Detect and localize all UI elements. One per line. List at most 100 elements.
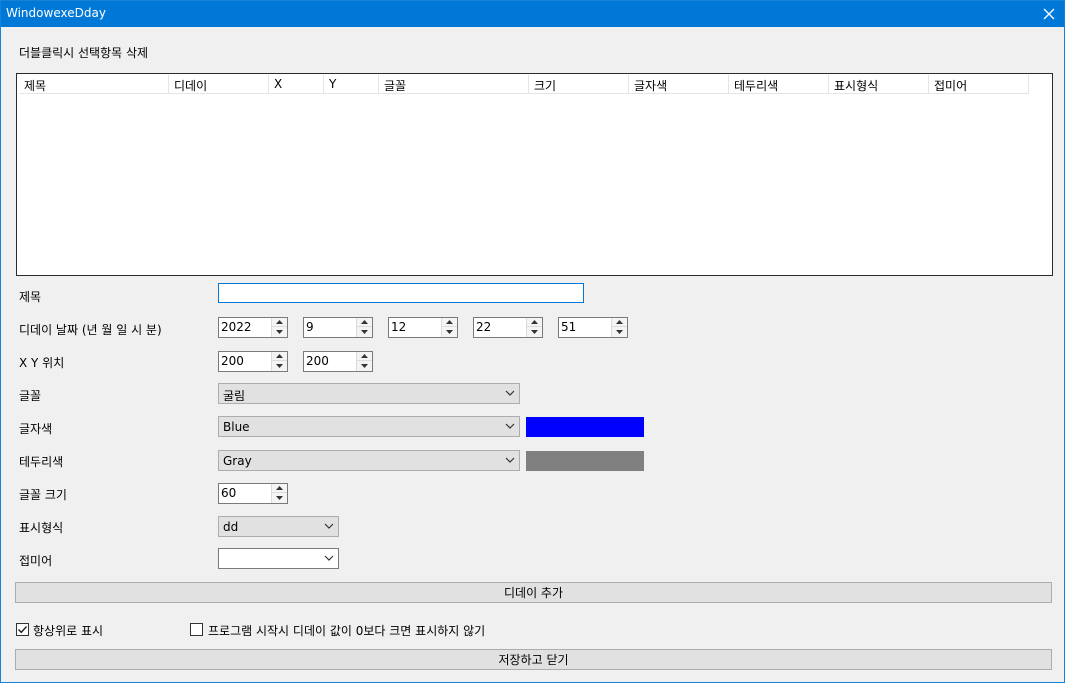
arrow-up-icon: [276, 486, 283, 490]
year-spin: [271, 318, 287, 337]
minute-spin: [611, 318, 627, 337]
position-label: X Y 위치: [19, 356, 65, 370]
delete-hint-label: 더블클릭시 선택항목 삭제: [19, 46, 149, 60]
month-spin: [356, 318, 372, 337]
date-label: 디데이 날짜 (년 월 일 시 분): [19, 323, 162, 337]
font-select[interactable]: 굴림: [218, 383, 520, 404]
title-input[interactable]: [218, 283, 584, 303]
day-value: 12: [391, 320, 407, 334]
month-up-button[interactable]: [357, 318, 372, 327]
format-select[interactable]: dd: [218, 516, 339, 537]
hide-on-start-label[interactable]: 프로그램 시작시 디데이 값이 0보다 크면 표시하지 않기: [208, 622, 485, 639]
chevron-down-icon: [324, 554, 334, 562]
x-down-button[interactable]: [272, 361, 287, 371]
x-value: 200: [221, 354, 244, 368]
column-header-font[interactable]: 글꼴: [379, 75, 529, 94]
column-header-dday[interactable]: 디데이: [169, 75, 269, 94]
minute-stepper[interactable]: 51: [558, 317, 628, 338]
arrow-down-icon: [446, 330, 453, 334]
day-spin: [441, 318, 457, 337]
minute-down-button[interactable]: [612, 327, 627, 337]
fgcolor-swatch: [526, 417, 644, 437]
save-close-button-label: 저장하고 닫기: [498, 653, 569, 667]
close-icon: [1043, 8, 1055, 20]
format-label: 표시형식: [19, 521, 64, 535]
fgcolor-select-value: Blue: [223, 420, 250, 434]
window-title: WindowexeDday: [6, 6, 106, 20]
month-value: 9: [306, 320, 314, 334]
suffix-label: 접미어: [19, 554, 53, 568]
topmost-checkbox[interactable]: [16, 623, 29, 636]
bordercolor-select-value: Gray: [223, 454, 252, 468]
suffix-select[interactable]: [218, 548, 339, 569]
month-down-button[interactable]: [357, 327, 372, 337]
close-button[interactable]: [1034, 1, 1064, 27]
title-bar[interactable]: WindowexeDday: [1, 1, 1064, 27]
chevron-down-icon: [505, 456, 515, 464]
font-select-value: 굴림: [223, 389, 246, 403]
y-spin: [356, 352, 372, 371]
arrow-up-icon: [276, 354, 283, 358]
month-stepper[interactable]: 9: [303, 317, 373, 338]
main-window: WindowexeDday 더블클릭시 선택항목 삭제 제목 디데이 X Y 글…: [0, 0, 1065, 683]
arrow-down-icon: [616, 330, 623, 334]
hour-up-button[interactable]: [527, 318, 542, 327]
hide-on-start-checkbox[interactable]: [190, 623, 203, 636]
dday-list[interactable]: 제목 디데이 X Y 글꼴 크기 글자색 테두리색 표시형식 접미어: [16, 73, 1053, 276]
hour-value: 22: [476, 320, 492, 334]
format-select-value: dd: [223, 520, 239, 534]
arrow-up-icon: [446, 320, 453, 324]
y-up-button[interactable]: [357, 352, 372, 361]
y-value: 200: [306, 354, 329, 368]
title-label: 제목: [19, 290, 42, 304]
topmost-label[interactable]: 항상위로 표시: [33, 622, 103, 639]
x-up-button[interactable]: [272, 352, 287, 361]
arrow-up-icon: [531, 320, 538, 324]
column-header-bordercolor[interactable]: 테두리색: [729, 75, 829, 94]
column-header-suffix[interactable]: 접미어: [929, 75, 1029, 94]
column-header-fgcolor[interactable]: 글자색: [629, 75, 729, 94]
y-stepper[interactable]: 200: [303, 351, 373, 372]
add-dday-button[interactable]: 디데이 추가: [15, 582, 1052, 603]
list-header: 제목 디데이 X Y 글꼴 크기 글자색 테두리색 표시형식 접미어: [19, 75, 1029, 94]
minute-up-button[interactable]: [612, 318, 627, 327]
chevron-down-icon: [324, 522, 334, 530]
y-down-button[interactable]: [357, 361, 372, 371]
fontsize-down-button[interactable]: [272, 493, 287, 503]
arrow-down-icon: [361, 330, 368, 334]
bordercolor-select[interactable]: Gray: [218, 450, 520, 471]
year-stepper[interactable]: 2022: [218, 317, 288, 338]
fontsize-spin: [271, 484, 287, 503]
arrow-down-icon: [276, 364, 283, 368]
year-value: 2022: [221, 320, 252, 334]
chevron-down-icon: [505, 389, 515, 397]
column-header-x[interactable]: X: [269, 75, 324, 94]
day-up-button[interactable]: [442, 318, 457, 327]
hour-spin: [526, 318, 542, 337]
fontsize-value: 60: [221, 486, 237, 500]
arrow-down-icon: [276, 330, 283, 334]
hour-down-button[interactable]: [527, 327, 542, 337]
column-header-format[interactable]: 표시형식: [829, 75, 929, 94]
save-close-button[interactable]: 저장하고 닫기: [15, 649, 1052, 670]
year-down-button[interactable]: [272, 327, 287, 337]
fontsize-up-button[interactable]: [272, 484, 287, 493]
column-header-y[interactable]: Y: [324, 75, 379, 94]
day-down-button[interactable]: [442, 327, 457, 337]
font-label: 글꼴: [19, 389, 42, 403]
day-stepper[interactable]: 12: [388, 317, 458, 338]
arrow-down-icon: [276, 496, 283, 500]
check-icon: [18, 626, 28, 634]
chevron-down-icon: [505, 422, 515, 430]
hour-stepper[interactable]: 22: [473, 317, 543, 338]
minute-value: 51: [561, 320, 577, 334]
arrow-up-icon: [361, 320, 368, 324]
x-stepper[interactable]: 200: [218, 351, 288, 372]
fontsize-stepper[interactable]: 60: [218, 483, 288, 504]
column-header-size[interactable]: 크기: [529, 75, 629, 94]
fgcolor-select[interactable]: Blue: [218, 416, 520, 437]
arrow-up-icon: [616, 320, 623, 324]
year-up-button[interactable]: [272, 318, 287, 327]
arrow-down-icon: [531, 330, 538, 334]
column-header-title[interactable]: 제목: [19, 75, 169, 94]
